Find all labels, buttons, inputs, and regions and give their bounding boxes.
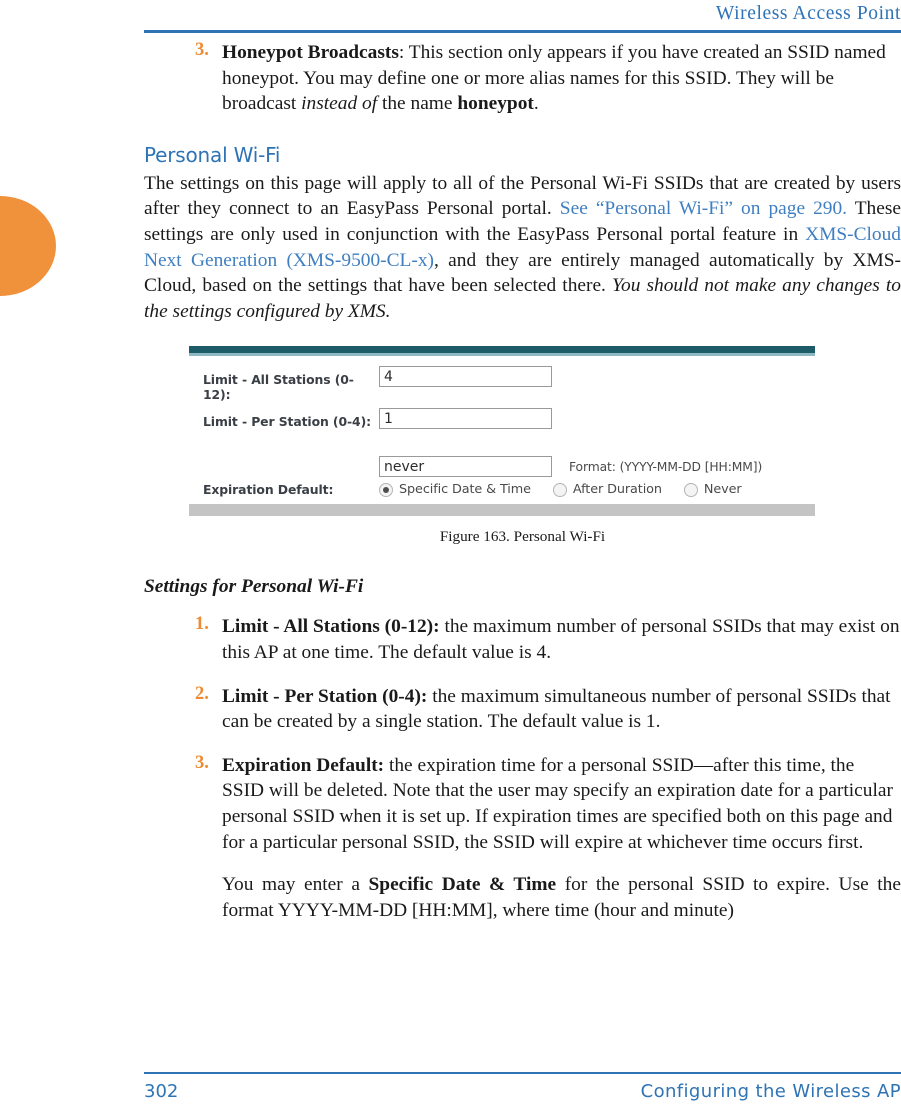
label-limit-all-stations: Limit - All Stations (0-12): [203,372,354,403]
page-content: Wireless Access Point 3. Honeypot Broadc… [144,0,901,1114]
list-item-italic: instead of [301,93,378,115]
settings-list: 1. Limit - All Stations (0-12): the maxi… [144,614,901,855]
list-marker: 1. [195,614,209,635]
radio-specific-date-time[interactable]: Specific Date & Time [379,482,531,497]
running-footer: 302 Configuring the Wireless AP [144,1072,901,1102]
header-rule [144,30,901,33]
list-item-body: Limit - Per Station (0-4): the maximum s… [222,686,891,733]
radio-label-specific-date-time: Specific Date & Time [399,482,531,498]
list-item: 3. Expiration Default: the expiration ti… [144,753,901,855]
ui-top-accent-bar [189,346,815,357]
expiration-fields: Format: (YYYY-MM-DD [HH:MM]) Specific Da… [379,456,815,504]
footer-row: 302 Configuring the Wireless AP [144,1074,901,1102]
list-item-lead: Limit - Per Station (0-4): [222,685,428,707]
radio-dot-icon [683,482,698,497]
list-marker: 2. [195,683,209,704]
list-marker: 3. [195,752,209,773]
list-item: 2. Limit - Per Station (0-4): the maximu… [144,684,901,735]
input-limit-all-stations[interactable] [379,366,552,388]
form-spacer [189,435,815,456]
ui-screenshot: Limit - All Stations (0-12): Limit - Per… [189,346,815,517]
list-item-body: Honeypot Broadcasts: This section only a… [222,42,886,114]
radio-dot-icon [379,482,393,497]
expiration-value-line: Format: (YYYY-MM-DD [HH:MM]) [379,456,815,478]
list-item-lead: Honeypot Broadcasts [222,42,399,63]
expiration-radio-group: Specific Date & Time After Duration Neve… [379,482,815,504]
running-header: Wireless Access Point [144,0,901,33]
list-item-lead: Expiration Default: [222,754,385,776]
footer-page-number: 302 [144,1081,179,1102]
list-item-bold-tail: honeypot [457,93,534,115]
list-item-lead: Limit - All Stations (0-12): [222,616,440,638]
list-item-body: Limit - All Stations (0-12): the maximum… [222,616,900,663]
settings-block: Settings for Personal Wi-Fi 1. Limit - A… [144,576,901,923]
expiration-sub-paragraph: You may enter a Specific Date & Time for… [144,872,901,923]
radio-label-after-duration: After Duration [572,482,662,498]
input-limit-per-station[interactable] [379,408,552,430]
form-row-limit-all-stations: Limit - All Stations (0-12): [189,366,815,402]
sub-text-a: You may enter a [222,874,369,896]
expiration-format-hint: Format: (YYYY-MM-DD [HH:MM]) [569,459,763,474]
label-limit-per-station: Limit - Per Station (0-4): [203,414,371,430]
settings-heading: Settings for Personal Wi-Fi [144,576,364,598]
sub-bold: Specific Date & Time [368,874,557,896]
section-intro-paragraph: The settings on this page will apply to … [144,171,901,325]
main-content: 3. Honeypot Broadcasts: This section onl… [144,40,901,923]
thumb-index-tab [0,196,56,296]
figure-caption: Figure 163. Personal Wi-Fi [439,528,606,546]
form-row-limit-per-station: Limit - Per Station (0-4): [189,408,815,435]
radio-dot-icon [552,482,567,497]
list-item-text-b: the name [377,93,458,115]
footer-section-title: Configuring the Wireless AP [640,1081,901,1102]
personal-wifi-section: Personal Wi-Fi The settings on this page… [144,143,901,325]
ui-form-body: Limit - All Stations (0-12): Limit - Per… [189,356,815,505]
label-expiration-default: Expiration Default: [203,482,334,498]
list-item-body: Expiration Default: the expiration time … [222,755,893,853]
list-marker: 3. [195,40,209,60]
radio-label-never: Never [703,482,742,498]
section-heading: Personal Wi-Fi [144,142,281,167]
list-item: 3. Honeypot Broadcasts: This section onl… [144,40,901,117]
honeypot-list: 3. Honeypot Broadcasts: This section onl… [144,40,901,117]
form-row-expiration-default: Expiration Default: Format: (YYYY-MM-DD … [189,456,815,504]
list-item-text-c: . [533,93,539,115]
link-personal-wifi-page-290[interactable]: See “Personal Wi-Fi” on page 290. [560,198,847,219]
ui-bottom-bar [189,504,815,517]
figure-personal-wifi: Limit - All Stations (0-12): Limit - Per… [144,346,901,546]
radio-after-duration[interactable]: After Duration [552,482,662,498]
radio-never[interactable]: Never [683,482,742,498]
list-item: 1. Limit - All Stations (0-12): the maxi… [144,614,901,665]
input-expiration-default[interactable] [379,456,552,478]
header-title: Wireless Access Point [715,3,901,24]
